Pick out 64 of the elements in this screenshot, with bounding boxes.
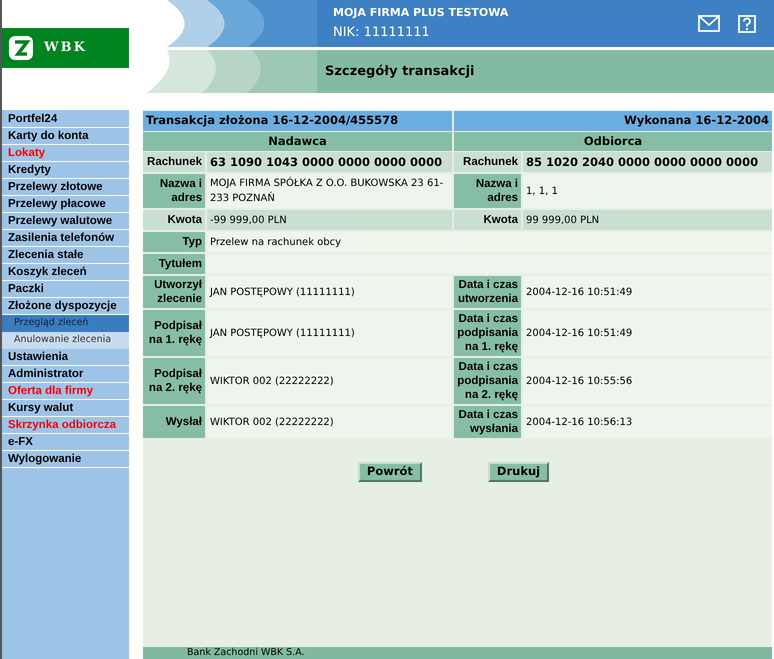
field-label: Rachunek bbox=[143, 152, 205, 172]
help-icon[interactable] bbox=[738, 14, 756, 32]
action-button[interactable]: Powrót bbox=[358, 462, 422, 482]
sidebar-subitem[interactable]: Przegląd zleceń bbox=[2, 315, 129, 332]
field-label: Kwota bbox=[143, 210, 205, 230]
field-label: Data i czas podpisania na 2. rękę bbox=[454, 358, 521, 404]
page-title: Szczegóły transakcji bbox=[325, 62, 475, 81]
field-label: Data i czas podpisania na 1. rękę bbox=[454, 310, 521, 356]
field-label: Podpisał na 2. rękę bbox=[143, 358, 205, 404]
field-label: Data i czas wysłania bbox=[454, 406, 521, 438]
logo-mark-icon bbox=[8, 35, 34, 61]
field-value: 85 1020 2040 0000 0000 0000 0000 bbox=[523, 152, 772, 172]
field-label: Tytułem bbox=[143, 254, 205, 274]
sidebar-item[interactable]: Paczki bbox=[2, 281, 129, 298]
sidebar-item[interactable]: Koszyk zleceń bbox=[2, 264, 129, 281]
mail-icon[interactable] bbox=[698, 15, 720, 32]
sidebar-item[interactable]: Administrator bbox=[2, 366, 129, 383]
sidebar-item[interactable]: e-FX bbox=[2, 434, 129, 451]
field-value: WIKTOR 002 (22222222) bbox=[207, 406, 452, 438]
sidebar-item[interactable]: Przelewy złotowe bbox=[2, 179, 129, 196]
field-value: JAN POSTĘPOWY (11111111) bbox=[207, 276, 452, 308]
logo-text: WBK bbox=[44, 39, 87, 58]
field-value: 1, 1, 1 bbox=[523, 174, 772, 208]
field-value: 2004-12-16 10:55:56 bbox=[523, 358, 772, 404]
sidebar-item[interactable]: Zasilenia telefonów bbox=[2, 230, 129, 247]
field-value: 63 1090 1043 0000 0000 0000 0000 bbox=[207, 152, 452, 172]
sidebar-item[interactable]: Wylogowanie bbox=[2, 451, 129, 468]
sidebar-item[interactable]: Kredyty bbox=[2, 162, 129, 179]
sidebar-item[interactable]: Kursy walut bbox=[2, 400, 129, 417]
field-value: WIKTOR 002 (22222222) bbox=[207, 358, 452, 404]
company-name: MOJA FIRMA PLUS TESTOWA bbox=[333, 4, 510, 20]
field-value: 2004-12-16 10:51:49 bbox=[523, 276, 772, 308]
field-value: 99 999,00 PLN bbox=[523, 210, 772, 230]
field-label: Typ bbox=[143, 232, 205, 252]
field-value: MOJA FIRMA SPÓŁKA Z O.O. BUKOWSKA 23 61-233 POZNAŃ bbox=[207, 174, 452, 208]
sidebar-item[interactable]: Przelewy walutowe bbox=[2, 213, 129, 230]
field-value: 2004-12-16 10:51:49 bbox=[523, 310, 772, 356]
field-value: JAN POSTĘPOWY (11111111) bbox=[207, 310, 452, 356]
sidebar-item[interactable]: Złożone dyspozycje bbox=[2, 298, 129, 315]
column-heading: Odbiorca bbox=[454, 132, 772, 151]
transaction-title: Transakcja złożona 16-12-2004/455578 bbox=[143, 111, 452, 131]
nik-number: NIK: 11111111 bbox=[333, 24, 431, 42]
field-label: Podpisał na 1. rękę bbox=[143, 310, 205, 356]
field-label: Rachunek bbox=[454, 152, 521, 172]
field-value: Przelew na rachunek obcy bbox=[207, 232, 772, 252]
execution-date: Wykonana 16-12-2004 bbox=[454, 111, 772, 131]
footer-text: Bank Zachodni WBK S.A. bbox=[187, 648, 305, 658]
field-label: Wysłał bbox=[143, 406, 205, 438]
bank-logo[interactable]: WBK bbox=[2, 28, 129, 68]
sidebar-item[interactable]: Portfel24 bbox=[2, 111, 129, 128]
sidebar-subitem[interactable]: Anulowanie zlecenia bbox=[2, 332, 129, 349]
field-label: Utworzył zlecenie bbox=[143, 276, 205, 308]
field-value: 2004-12-16 10:56:13 bbox=[523, 406, 772, 438]
column-heading: Nadawca bbox=[143, 132, 452, 151]
field-label: Kwota bbox=[454, 210, 521, 230]
sidebar-item[interactable]: Ustawienia bbox=[2, 349, 129, 366]
field-label: Data i czas utworzenia bbox=[454, 276, 521, 308]
field-value: -99 999,00 PLN bbox=[207, 210, 452, 230]
field-label: Nazwa i adres bbox=[143, 174, 205, 208]
sidebar-item[interactable]: Karty do konta bbox=[2, 128, 129, 145]
action-button[interactable]: Drukuj bbox=[488, 462, 550, 482]
sidebar-item[interactable]: Zlecenia stałe bbox=[2, 247, 129, 264]
sidebar-item[interactable]: Przelewy płacowe bbox=[2, 196, 129, 213]
field-label: Nazwa i adres bbox=[454, 174, 521, 208]
